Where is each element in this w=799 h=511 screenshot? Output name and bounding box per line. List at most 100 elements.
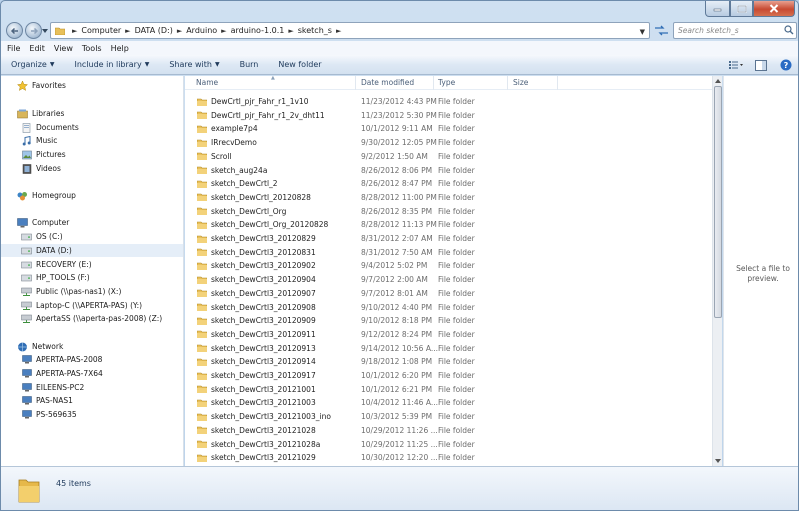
file-row[interactable]: sketch_DewCrtl3_20120911 9/12/2012 8:24 P… <box>185 329 712 342</box>
vertical-scrollbar[interactable] <box>712 76 722 466</box>
file-row[interactable]: sketch_DewCrtl_2 8/26/2012 8:47 PM File fo… <box>185 178 712 191</box>
file-row[interactable]: sketch_aug24a 8/26/2012 8:06 PM File folde… <box>185 165 712 178</box>
menu-help[interactable]: Help <box>111 44 129 53</box>
file-row[interactable]: sketch_DewCrtl_Org_20120828 8/28/2012 11:… <box>185 219 712 232</box>
file-row[interactable]: sketch_DewCrtl3_20121001 10/1/2012 6:21 P… <box>185 384 712 397</box>
nav-computer[interactable]: Computer <box>17 216 177 229</box>
address-dropdown-icon[interactable]: ▼ <box>640 28 645 36</box>
nav-documents[interactable]: Documents <box>21 121 181 134</box>
share-with-label: Share with <box>169 60 212 69</box>
file-row[interactable]: sketch_DewCrtl3_20121003_ino 10/3/2012 5:… <box>185 411 712 424</box>
file-row[interactable]: sketch_DewCrtl3_20120831 8/31/2012 7:50 A… <box>185 247 712 260</box>
file-row[interactable]: sketch_DewCrtl3_20120904 9/7/2012 2:00 AM… <box>185 274 712 287</box>
preview-pane-button[interactable] <box>753 57 769 73</box>
address-bar[interactable]: ► Computer ► DATA (D:) ► Arduino ► ardui… <box>50 22 650 39</box>
file-row[interactable]: Scroll 9/2/2012 1:50 AM File folder <box>185 151 712 164</box>
search-icon[interactable] <box>784 25 794 35</box>
menu-view[interactable]: View <box>54 44 73 53</box>
nav-network-item[interactable]: EILEENS-PC2 <box>21 381 181 394</box>
breadcrumb-separator[interactable]: ► <box>221 27 226 35</box>
breadcrumb-data-drive[interactable]: DATA (D:) <box>135 26 173 35</box>
column-header-type[interactable]: Type <box>438 78 455 87</box>
column-header-date-modified[interactable]: Date modified <box>361 78 414 87</box>
menu-tools[interactable]: Tools <box>82 44 102 53</box>
column-divider[interactable] <box>557 76 558 90</box>
nav-network-item[interactable]: PS-569635 <box>21 408 181 421</box>
back-button[interactable] <box>6 22 23 39</box>
recent-pages-dropdown-icon[interactable] <box>42 28 48 34</box>
file-row[interactable]: example7p4 10/1/2012 9:11 AM File folder <box>185 123 712 136</box>
nav-drive-item[interactable]: RECOVERY (E:) <box>1 258 183 271</box>
breadcrumb-computer[interactable]: Computer <box>81 26 121 35</box>
nav-drive-item[interactable]: OS (C:) <box>1 230 183 243</box>
burn-button[interactable]: Burn <box>240 60 259 69</box>
nav-drive-item[interactable]: ApertaSS (\\aperta-pas-2008) (Z:) <box>1 312 183 325</box>
file-row[interactable]: sketch_DewCrtl_20120828 8/28/2012 11:00 P… <box>185 192 712 205</box>
menu-edit[interactable]: Edit <box>29 44 45 53</box>
maximize-button[interactable] <box>730 1 753 17</box>
breadcrumb-sketch-s[interactable]: sketch_s <box>298 26 332 35</box>
file-row[interactable]: sketch_DewCrtl3_20120909 9/10/2012 8:18 P… <box>185 315 712 328</box>
forward-button[interactable] <box>25 22 42 39</box>
file-row[interactable]: sketch_DewCrtl3_20120917 10/1/2012 6:20 P… <box>185 370 712 383</box>
column-header-size[interactable]: Size <box>513 78 528 87</box>
nav-drive-item[interactable]: Laptop-C (\\APERTA-PAS) (Y:) <box>1 299 183 312</box>
nav-network-item[interactable]: APERTA-PAS-2008 <box>21 353 181 366</box>
nav-network-item[interactable]: APERTA-PAS-7X64 <box>21 367 181 380</box>
search-input[interactable]: Search sketch_s <box>673 22 797 39</box>
organize-button[interactable]: Organize ▼ <box>11 60 54 69</box>
menu-file[interactable]: File <box>7 44 20 53</box>
column-divider[interactable] <box>507 76 508 90</box>
breadcrumb-arduino[interactable]: Arduino <box>186 26 217 35</box>
scroll-up-button[interactable] <box>713 76 723 86</box>
file-date-modified: 10/29/2012 11:25 ... <box>361 439 438 449</box>
nav-videos[interactable]: Videos <box>21 162 181 175</box>
nav-favorites[interactable]: Favorites <box>17 79 177 92</box>
nav-pictures[interactable]: Pictures <box>21 148 181 161</box>
nav-network-item[interactable]: PAS-NAS1 <box>21 394 181 407</box>
column-header-name[interactable]: Name <box>196 78 218 87</box>
file-row[interactable]: sketch_DewCrtl3_20120902 9/4/2012 5:02 PM… <box>185 260 712 273</box>
file-row[interactable]: IRrecvDemo 9/30/2012 12:05 PM File folder <box>185 137 712 150</box>
nav-music[interactable]: Music <box>21 134 181 147</box>
change-view-button[interactable] <box>728 57 744 73</box>
nav-drive-item[interactable]: HP_TOOLS (F:) <box>1 271 183 284</box>
file-row[interactable]: sketch_DewCrtl3_20120908 9/10/2012 4:40 P… <box>185 302 712 315</box>
nav-libraries[interactable]: Libraries <box>17 107 177 120</box>
scroll-down-button[interactable] <box>713 456 723 466</box>
file-name-cell: sketch_DewCrtl3_20120829 <box>197 234 316 243</box>
help-button[interactable]: ? <box>778 57 794 73</box>
file-row[interactable]: sketch_DewCrtl3_20120829 8/31/2012 2:07 A… <box>185 233 712 246</box>
nav-drive-label: OS (C:) <box>36 232 63 241</box>
file-row[interactable]: DewCrtl_pjr_Fahr_r1_1v10 11/23/2012 4:43 … <box>185 96 712 109</box>
column-divider[interactable] <box>355 76 356 90</box>
breadcrumb-separator[interactable]: ► <box>288 27 293 35</box>
share-with-button[interactable]: Share with ▼ <box>169 60 219 69</box>
column-divider[interactable] <box>433 76 434 90</box>
breadcrumb-arduino-version[interactable]: arduino-1.0.1 <box>231 26 285 35</box>
breadcrumb-separator[interactable]: ► <box>125 27 130 35</box>
breadcrumb-separator[interactable]: ► <box>72 27 77 35</box>
scrollbar-thumb[interactable] <box>714 86 722 318</box>
refresh-icon[interactable] <box>653 23 670 38</box>
file-row[interactable]: sketch_DewCrtl3_20121029 10/30/2012 12:20… <box>185 452 712 465</box>
file-row[interactable]: sketch_DewCrtl3_20121028a 10/29/2012 11:2… <box>185 439 712 452</box>
nav-network[interactable]: Network <box>17 340 177 353</box>
include-in-library-button[interactable]: Include in library ▼ <box>74 60 149 69</box>
file-row[interactable]: sketch_DewCrtl3_20120913 9/14/2012 10:56 … <box>185 343 712 356</box>
file-row[interactable]: sketch_DewCrtl3_20121028 10/29/2012 11:26… <box>185 425 712 438</box>
minimize-button[interactable] <box>705 1 730 17</box>
file-row[interactable]: sketch_DewCrtl_Org 8/26/2012 8:35 PM File … <box>185 206 712 219</box>
breadcrumb-separator[interactable]: ► <box>336 27 341 35</box>
new-folder-button[interactable]: New folder <box>278 60 321 69</box>
close-button[interactable] <box>753 1 795 17</box>
breadcrumb-separator[interactable]: ► <box>177 27 182 35</box>
file-row[interactable]: DewCrtl_pjr_Fahr_r1_2v_dht11 11/23/2012 5… <box>185 110 712 123</box>
file-row[interactable]: sketch_DewCrtl3_20120914 9/18/2012 1:08 P… <box>185 356 712 369</box>
nav-drive-item[interactable]: Public (\\pas-nas1) (X:) <box>1 285 183 298</box>
file-row[interactable]: sketch_DewCrtl3_20121003 10/4/2012 11:46 … <box>185 397 712 410</box>
folder-icon <box>197 125 207 133</box>
nav-drive-item[interactable]: DATA (D:) <box>1 244 183 257</box>
file-row[interactable]: sketch_DewCrtl3_20120907 9/7/2012 8:01 AM… <box>185 288 712 301</box>
nav-homegroup[interactable]: Homegroup <box>17 189 177 202</box>
